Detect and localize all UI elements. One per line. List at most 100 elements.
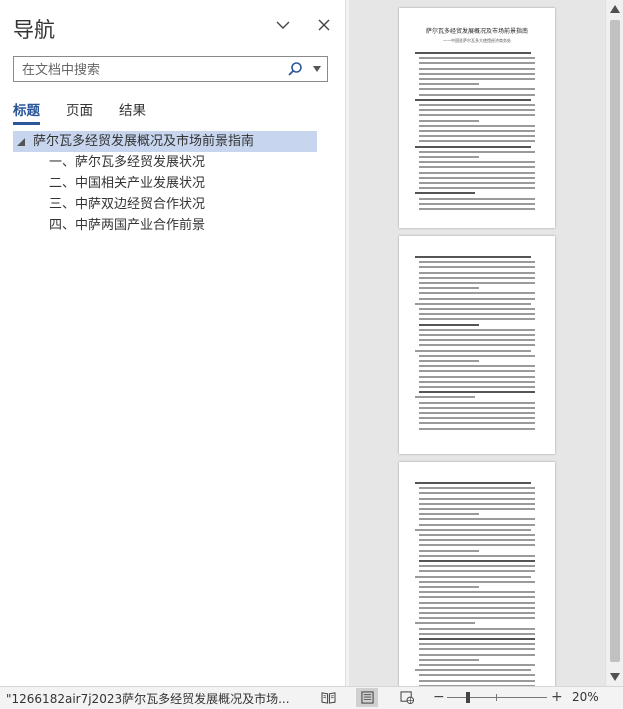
scrollbar-thumb[interactable] <box>610 20 620 662</box>
text-line <box>419 166 535 169</box>
text-line <box>419 57 535 60</box>
text-line <box>419 161 535 164</box>
zoom-out-icon[interactable]: − <box>433 689 445 705</box>
document-canvas[interactable]: 萨尔瓦多经贸发展概况及市场前景指南 ——中国驻萨尔瓦多大使馆经济商务处 <box>349 0 605 686</box>
text-line <box>419 83 479 86</box>
text-line <box>419 114 535 117</box>
text-line <box>419 140 535 143</box>
text-line <box>419 328 535 331</box>
close-icon[interactable] <box>311 12 337 38</box>
text-line <box>419 570 535 573</box>
text-line <box>419 72 535 75</box>
text-line <box>419 197 535 200</box>
text-line <box>419 560 535 562</box>
text-line <box>419 354 535 357</box>
heading-label: 二、中国相关产业发展状况 <box>49 176 206 191</box>
heading-item-1[interactable]: 一、萨尔瓦多经贸发展状况 <box>13 152 317 173</box>
heading-label: 一、萨尔瓦多经贸发展状况 <box>49 155 206 170</box>
zoom-slider-center-tick <box>496 694 497 701</box>
document-subtitle: ——中国驻萨尔瓦多大使馆经济商务处 <box>443 38 511 43</box>
text-line <box>419 596 535 599</box>
text-line <box>419 297 535 300</box>
text-line <box>419 492 535 495</box>
text-line <box>419 534 535 536</box>
text-line <box>419 176 535 179</box>
heading-item-2[interactable]: 二、中国相关产业发展状况 <box>13 173 317 194</box>
heading-item-3[interactable]: 三、中萨双边经贸合作状况 <box>13 194 317 215</box>
document-page[interactable] <box>399 236 555 454</box>
text-line <box>419 266 535 269</box>
text-line <box>419 360 479 362</box>
text-line <box>419 606 535 609</box>
text-line <box>419 375 535 378</box>
text-line <box>419 580 535 583</box>
text-line <box>415 528 531 531</box>
search-icon[interactable] <box>287 61 303 77</box>
text-line <box>419 648 535 651</box>
tab-pages[interactable]: 页面 <box>66 99 93 125</box>
vertical-scrollbar[interactable] <box>605 0 623 686</box>
text-line <box>419 344 535 347</box>
text-line <box>419 150 535 153</box>
collapse-triangle-icon[interactable] <box>17 138 25 146</box>
text-line <box>419 370 535 373</box>
text-line <box>419 612 535 614</box>
text-line <box>419 323 479 326</box>
text-line <box>415 52 531 54</box>
heading-label: 萨尔瓦多经贸发展概况及市场前景指南 <box>33 134 255 149</box>
text-line <box>419 93 535 96</box>
text-line <box>419 658 479 661</box>
text-line <box>419 339 535 342</box>
scroll-down-icon[interactable] <box>608 670 622 684</box>
text-line <box>415 482 531 484</box>
tab-headings[interactable]: 标题 <box>13 99 40 125</box>
tab-results[interactable]: 结果 <box>119 99 146 125</box>
search-box[interactable] <box>13 56 328 82</box>
text-line <box>415 256 531 258</box>
zoom-slider-thumb[interactable] <box>466 692 470 703</box>
text-line <box>419 544 535 547</box>
text-line <box>419 427 535 430</box>
text-line <box>419 318 535 321</box>
zoom-slider-track[interactable] <box>447 697 547 698</box>
text-line <box>419 109 535 112</box>
text-line <box>419 601 535 604</box>
text-line <box>419 422 535 425</box>
text-line <box>419 518 535 521</box>
text-line <box>419 643 535 646</box>
heading-item-main[interactable]: 萨尔瓦多经贸发展概况及市场前景指南 <box>13 131 317 152</box>
text-line <box>419 271 535 274</box>
heading-label: 四、中萨两国产业合作前景 <box>49 218 206 233</box>
read-mode-icon[interactable] <box>317 688 339 707</box>
text-line <box>419 591 535 594</box>
text-line <box>419 401 535 404</box>
text-line <box>419 508 535 510</box>
zoom-in-icon[interactable]: + <box>551 689 563 705</box>
zoom-percentage[interactable]: 20% <box>572 690 599 704</box>
text-line <box>419 276 535 279</box>
text-line <box>419 78 535 80</box>
text-line <box>419 308 535 310</box>
text-line <box>415 145 531 148</box>
text-line <box>419 182 535 184</box>
text-line <box>419 380 535 383</box>
web-layout-icon[interactable] <box>396 688 418 707</box>
text-line <box>419 487 535 490</box>
heading-item-4[interactable]: 四、中萨两国产业合作前景 <box>13 215 317 236</box>
chevron-down-icon[interactable] <box>270 12 296 38</box>
text-line <box>419 156 479 158</box>
search-input[interactable] <box>20 60 294 80</box>
search-options-dropdown-icon[interactable] <box>313 66 321 72</box>
scroll-up-icon[interactable] <box>608 2 622 16</box>
print-layout-icon[interactable] <box>356 688 378 707</box>
text-line <box>419 502 535 505</box>
nav-tabs: 标题 页面 结果 <box>13 99 172 127</box>
document-page[interactable]: 萨尔瓦多经贸发展概况及市场前景指南 ——中国驻萨尔瓦多大使馆经济商务处 <box>399 8 555 228</box>
text-line <box>415 98 531 101</box>
text-line <box>415 302 531 305</box>
navigation-pane: 导航 标题 页面 结果 萨尔瓦多经贸发展概况及市场前景指南 一、萨尔瓦多经贸发展… <box>0 0 345 686</box>
document-page[interactable] <box>399 462 555 686</box>
text-line <box>419 187 535 190</box>
text-line <box>419 391 535 394</box>
text-line <box>415 349 531 352</box>
